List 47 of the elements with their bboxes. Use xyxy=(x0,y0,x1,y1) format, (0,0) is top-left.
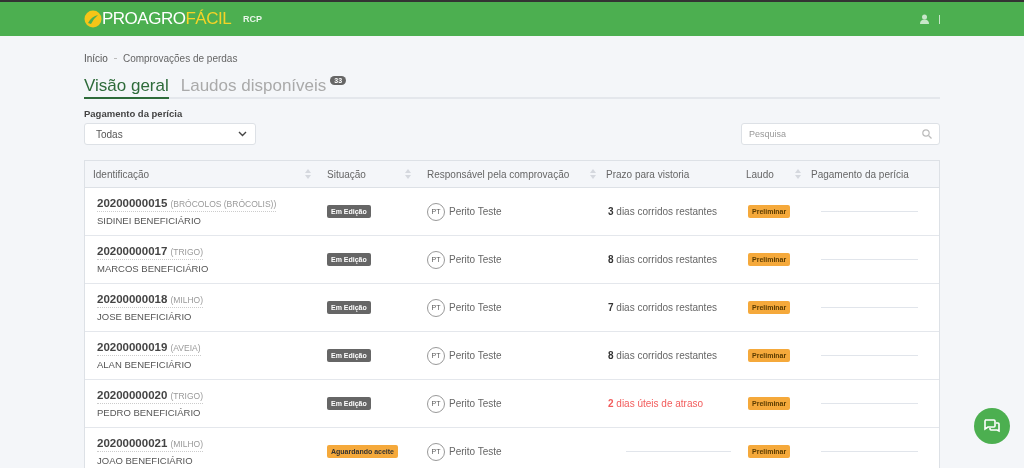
record-id[interactable]: 20200000019 (AVEIA) xyxy=(97,341,201,356)
record-id[interactable]: 20200000018 (MILHO) xyxy=(97,293,203,308)
chevron-icon xyxy=(238,131,247,137)
logo-text: PROAGROFÁCIL xyxy=(102,9,232,29)
responsible-name: Perito Teste xyxy=(449,446,502,457)
beneficiary-name: ALAN BENEFICIÁRIO xyxy=(97,359,192,370)
responsible-name: Perito Teste xyxy=(449,302,502,313)
beneficiary-name: JOSE BENEFICIÁRIO xyxy=(97,311,192,322)
responsible-name: Perito Teste xyxy=(449,398,502,409)
record-id[interactable]: 20200000015 (BRÓCOLOS (BRÓCOLIS)) xyxy=(97,197,277,212)
search-icon xyxy=(922,129,932,139)
responsible-name: Perito Teste xyxy=(449,350,502,361)
responsible-name: Perito Teste xyxy=(449,254,502,265)
record-id[interactable]: 20200000021 (MILHO) xyxy=(97,437,203,452)
column-header[interactable]: Laudo xyxy=(746,168,774,180)
beneficiary-name: SIDINEI BENEFICIÁRIO xyxy=(97,215,201,226)
column-header[interactable]: Situação xyxy=(327,168,366,180)
chat-button[interactable] xyxy=(974,408,1010,444)
record-id[interactable]: 20200000020 (TRIGO) xyxy=(97,389,203,404)
deadline-text: 2 dias úteis de atraso xyxy=(608,398,704,409)
responsible-name: Perito Teste xyxy=(449,206,502,217)
deadline-text: 8 dias corridos restantes xyxy=(608,350,717,361)
sort-icon[interactable] xyxy=(405,169,411,179)
beneficiary-name: PEDRO BENEFICIÁRIO xyxy=(97,407,201,418)
record-id[interactable]: 20200000017 (TRIGO) xyxy=(97,245,203,260)
column-header[interactable]: Identificação xyxy=(93,168,150,180)
tab[interactable]: Visão geral xyxy=(84,76,169,99)
beneficiary-name: MARCOS BENEFICIÁRIO xyxy=(97,263,209,274)
filter-label: Pagamento da perícia xyxy=(84,108,184,119)
beneficiary-name: JOAO BENEFICIÁRIO xyxy=(97,455,193,466)
column-header[interactable]: Prazo para vistoria xyxy=(606,168,690,180)
breadcrumb-link[interactable]: Comprovações de perdas xyxy=(122,52,238,64)
breadcrumb-link[interactable]: Início xyxy=(84,52,108,64)
logo-icon xyxy=(84,10,102,28)
deadline-text: 3 dias corridos restantes xyxy=(608,206,717,217)
sort-icon[interactable] xyxy=(590,169,596,179)
deadline-text: 7 dias corridos restantes xyxy=(608,302,717,313)
user-icon[interactable] xyxy=(920,14,929,24)
module-label: RCP xyxy=(243,14,263,24)
sort-icon[interactable] xyxy=(305,169,311,179)
payment-select[interactable]: Todas xyxy=(84,123,256,145)
column-header[interactable]: Pagamento da perícia xyxy=(811,168,909,180)
chat-icon xyxy=(983,418,1001,434)
column-header[interactable]: Responsável pela comprovação xyxy=(427,168,570,180)
sort-icon[interactable] xyxy=(795,169,801,179)
deadline-text: 8 dias corridos restantes xyxy=(608,254,717,265)
search-field[interactable]: Pesquisa xyxy=(741,123,940,145)
